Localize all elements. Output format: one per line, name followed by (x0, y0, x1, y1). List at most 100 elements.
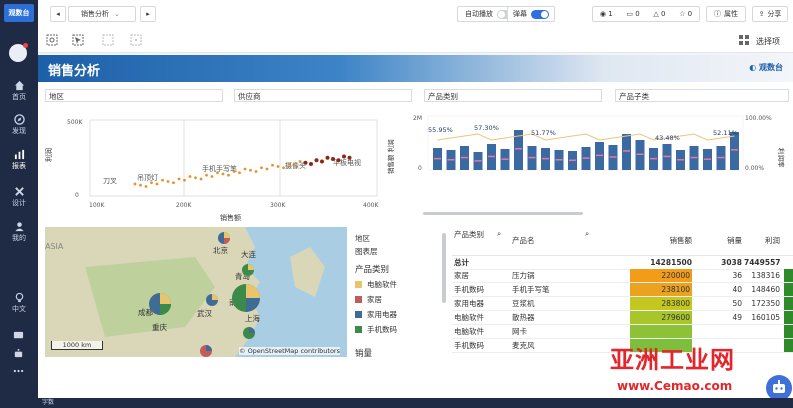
sidebar-item-design[interactable]: 设计 (0, 186, 38, 208)
legend-item[interactable]: 电脑软件 (355, 279, 433, 290)
scatter-point[interactable] (309, 162, 313, 166)
scatter-point[interactable] (188, 175, 192, 178)
sidebar-item-mine[interactable]: 我的 (0, 221, 38, 243)
scatter-ytick: 0 (75, 192, 79, 199)
scatter-point[interactable] (183, 178, 186, 182)
scatter-point[interactable] (314, 158, 319, 163)
filter-category[interactable]: 产品类别 (424, 89, 602, 102)
scatter-point[interactable] (232, 170, 236, 173)
search-icon[interactable]: ⌕ (497, 229, 509, 255)
combo-bar[interactable] (622, 134, 631, 170)
cell-indicator (784, 283, 793, 296)
sidebar-item-home[interactable]: 首页 (0, 80, 38, 102)
scatter-point[interactable] (293, 163, 296, 167)
scatter-point[interactable] (243, 167, 247, 171)
pie-marker[interactable] (242, 326, 256, 340)
pie-marker[interactable] (205, 293, 219, 307)
scatter-point[interactable] (144, 185, 148, 188)
col-header-category[interactable]: 产品类别 (454, 229, 494, 255)
scatter-point[interactable] (320, 159, 324, 164)
stars-count[interactable]: ☆ 0 (679, 10, 692, 18)
scatter-point[interactable] (161, 178, 164, 182)
filter-supplier[interactable]: 供应商 (234, 89, 412, 102)
scatter-point[interactable] (205, 173, 208, 177)
scatter-point[interactable] (260, 166, 263, 170)
map-city-label: 北京 (213, 246, 228, 255)
scatter-chart[interactable]: 利润 500K 0 100K 200K 300K 400K 销售额 刀叉 吊顶灯… (44, 110, 380, 222)
select-icon[interactable] (72, 34, 84, 46)
prev-tab-button[interactable]: ◂ (50, 6, 66, 22)
search-icon[interactable]: ⌕ (585, 229, 589, 255)
lasso-icon[interactable] (130, 34, 142, 46)
scatter-point[interactable] (155, 182, 159, 186)
scatter-point[interactable] (336, 158, 341, 163)
scatter-point[interactable] (216, 171, 219, 175)
scatter-point[interactable] (265, 167, 269, 171)
sidebar-item-discover[interactable]: 发现 (0, 114, 38, 136)
filter-subcategory[interactable]: 产品子类 (615, 89, 789, 102)
danmu-toggle[interactable]: 弹幕 (507, 6, 555, 22)
properties-button[interactable]: ⓘ 属性 (706, 6, 746, 22)
scatter-point[interactable] (342, 154, 346, 159)
sidebar-item-reports[interactable]: 报表 (0, 149, 38, 171)
scatter-point[interactable] (139, 183, 142, 187)
cell-indicator (784, 325, 793, 338)
scatter-point[interactable] (282, 166, 285, 170)
likes-count[interactable]: △ 0 (653, 10, 665, 18)
share-button[interactable]: ⇪ 分享 (752, 6, 788, 22)
views-count[interactable]: ◉ 1 (600, 10, 613, 18)
avatar[interactable] (9, 43, 28, 62)
scatter-point[interactable] (199, 177, 203, 181)
sidebar-item-language[interactable]: 中文 (0, 292, 38, 314)
filter-region[interactable]: 地区 (45, 89, 223, 102)
pie-marker[interactable] (241, 263, 255, 277)
table-row[interactable]: 手机数码 手机手写笔 238100 40 148460 (452, 283, 793, 297)
scatter-point[interactable] (227, 173, 230, 177)
scatter-point[interactable] (331, 157, 335, 161)
pie-marker[interactable] (199, 344, 213, 357)
combo-bar[interactable] (730, 132, 739, 170)
danmu-switch[interactable] (531, 9, 549, 19)
options-label[interactable]: 选择项 (756, 36, 780, 47)
frame-icon[interactable] (102, 34, 114, 46)
scatter-point[interactable] (210, 175, 214, 178)
tab-selector[interactable]: 销售分析 ⌄ (68, 6, 136, 22)
combo-chart[interactable]: 销售额 利润 利润率 2M 0 100.00% 0.00% 55.95% 57.… (383, 110, 793, 222)
table-row[interactable]: 家用电器 豆浆机 283800 50 172350 (452, 297, 793, 311)
scatter-point[interactable] (172, 181, 175, 185)
scatter-point[interactable] (221, 172, 225, 176)
comments-count[interactable]: ▭ 0 (626, 10, 639, 18)
next-tab-button[interactable]: ▸ (140, 6, 156, 22)
legend-scrollbar[interactable] (442, 233, 446, 303)
pie-marker[interactable] (217, 231, 231, 245)
scatter-point[interactable] (271, 163, 274, 167)
scatter-point[interactable] (325, 155, 330, 160)
table-row[interactable]: 电脑软件 散热器 279600 49 160105 (452, 311, 793, 325)
robot-icon[interactable] (13, 348, 24, 359)
feedback-icon[interactable] (13, 330, 24, 341)
scatter-point[interactable] (133, 182, 137, 186)
combo-scrollbar[interactable] (423, 212, 583, 215)
scatter-point[interactable] (166, 180, 170, 183)
table-row[interactable]: 家居 压力锅 220000 36 138316 (452, 269, 793, 283)
legend-item[interactable]: 手机数码 (355, 324, 433, 335)
pie-marker[interactable] (230, 282, 262, 314)
scatter-point[interactable] (150, 181, 153, 185)
scatter-point[interactable] (254, 170, 258, 173)
table-row[interactable]: 电脑软件 网卡 (452, 325, 793, 339)
scatter-point[interactable] (287, 162, 291, 166)
scatter-point[interactable] (276, 165, 280, 168)
legend-item[interactable]: 家用电器 (355, 309, 433, 320)
scatter-point[interactable] (238, 171, 241, 175)
pie-marker[interactable] (147, 291, 173, 317)
more-icon[interactable] (13, 368, 24, 374)
china-map[interactable]: ASIA 北京 大连 青岛 成都 武汉 南京 上海 重庆 1000 km © O… (45, 227, 347, 357)
scatter-point[interactable] (249, 168, 252, 172)
scatter-point[interactable] (177, 177, 181, 181)
scatter-point[interactable] (298, 160, 302, 163)
legend-item[interactable]: 家居 (355, 294, 433, 305)
scatter-point[interactable] (347, 155, 352, 160)
scatter-point[interactable] (194, 176, 197, 180)
zoom-icon[interactable] (46, 34, 58, 46)
scatter-point[interactable] (303, 160, 308, 165)
